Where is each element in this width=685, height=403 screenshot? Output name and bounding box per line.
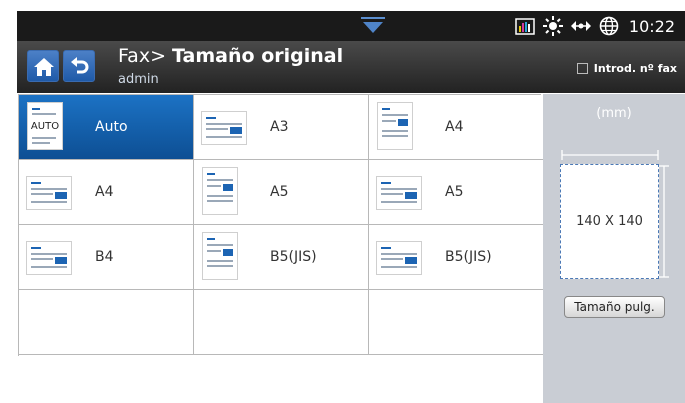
height-dimension-arrow (659, 165, 669, 278)
size-option-empty (194, 290, 369, 355)
size-option-a4-landscape[interactable]: A4 (19, 160, 194, 225)
unit-label: (mm) (596, 106, 632, 121)
fax-number-button[interactable]: Introd. nº fax (576, 62, 677, 75)
size-preview-panel: (mm) 140 X 140 Tamaño pulg. (543, 94, 685, 403)
size-label: A5 (270, 184, 289, 200)
status-icons: 10:22 (515, 15, 675, 37)
globe-icon[interactable] (599, 16, 619, 36)
document-icon (201, 111, 247, 145)
size-label: A4 (95, 184, 114, 200)
size-grid: AUTO Auto A3 A4 A4 A5 A5 B4 B5(JIS) B5(J… (18, 94, 544, 356)
size-label: B4 (95, 249, 114, 265)
size-label: B5(JIS) (270, 249, 317, 265)
clock: 10:22 (628, 16, 675, 36)
size-option-a3[interactable]: A3 (194, 95, 369, 160)
page-title: Fax> Tamaño original (118, 45, 343, 67)
breadcrumb-prefix: Fax> (118, 45, 166, 67)
size-option-empty (369, 290, 544, 355)
size-label: A3 (270, 119, 289, 135)
size-option-empty (19, 290, 194, 355)
size-option-a5-portrait[interactable]: A5 (194, 160, 369, 225)
document-icon (376, 241, 422, 275)
title-bar: Fax> Tamaño original admin Introd. nº fa… (17, 41, 685, 93)
size-label: A4 (445, 119, 464, 135)
size-option-b5jis-landscape[interactable]: B5(JIS) (369, 225, 544, 290)
home-icon (34, 58, 54, 76)
size-label: B5(JIS) (445, 249, 492, 265)
back-button[interactable] (63, 50, 95, 82)
page-size-preview: 140 X 140 (560, 164, 659, 279)
status-bar: 10:22 (17, 11, 685, 41)
size-option-auto[interactable]: AUTO Auto (19, 95, 194, 160)
auto-icon-label: AUTO (30, 121, 60, 132)
document-icon (376, 176, 422, 210)
network-icon[interactable] (570, 16, 591, 36)
size-option-a5-landscape[interactable]: A5 (369, 160, 544, 225)
size-label: A5 (445, 184, 464, 200)
size-option-a4-portrait[interactable]: A4 (369, 95, 544, 160)
document-icon (26, 176, 72, 210)
keypad-icon (576, 63, 588, 74)
document-icon (26, 241, 72, 275)
width-dimension-arrow (561, 150, 659, 160)
document-icon (377, 102, 413, 150)
brightness-icon[interactable] (542, 16, 563, 36)
size-option-b5jis-portrait[interactable]: B5(JIS) (194, 225, 369, 290)
document-icon (202, 232, 238, 280)
size-option-b4[interactable]: B4 (19, 225, 194, 290)
expand-notifications-icon[interactable] (360, 15, 386, 35)
fax-number-label: Introd. nº fax (593, 62, 677, 75)
back-icon (71, 57, 89, 74)
page-title-label: Tamaño original (172, 45, 344, 67)
preview-dimensions: 140 X 140 (576, 214, 643, 229)
size-label: Auto (95, 119, 128, 135)
user-label: admin (118, 72, 159, 87)
document-icon: AUTO (27, 102, 63, 150)
document-icon (202, 167, 238, 215)
inch-size-button[interactable]: Tamaño pulg. (564, 296, 665, 318)
home-button[interactable] (27, 50, 59, 82)
toner-level-icon[interactable] (515, 16, 535, 36)
